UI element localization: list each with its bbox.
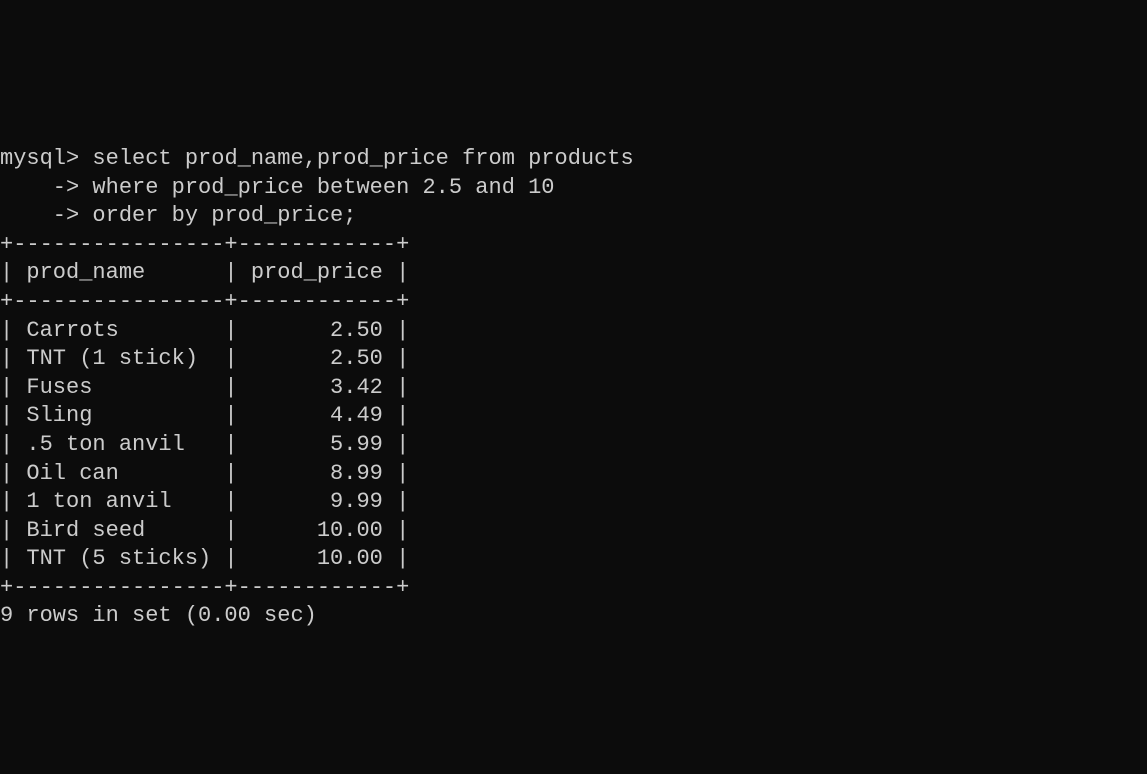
sql-text-1: select prod_name,prod_price from product… bbox=[79, 146, 634, 171]
query-line-1: mysql> select prod_name,prod_price from … bbox=[0, 146, 634, 171]
sql-text-3: order by prod_price; bbox=[79, 203, 356, 228]
result-summary: 9 rows in set (0.00 sec) bbox=[0, 603, 317, 628]
terminal-output: mysql> select prod_name,prod_price from … bbox=[0, 114, 1147, 631]
query-line-2: -> where prod_price between 2.5 and 10 bbox=[0, 175, 555, 200]
mysql-prompt: mysql> bbox=[0, 146, 79, 171]
table-divider-top: +----------------+------------+ bbox=[0, 232, 409, 257]
table-divider-bottom: +----------------+------------+ bbox=[0, 575, 409, 600]
sql-text-2: where prod_price between 2.5 and 10 bbox=[79, 175, 554, 200]
query-line-3: -> order by prod_price; bbox=[0, 203, 356, 228]
table-divider-mid: +----------------+------------+ bbox=[0, 289, 409, 314]
table-header-row: | prod_name | prod_price | bbox=[0, 260, 409, 285]
table-body: | Carrots | 2.50 | | TNT (1 stick) | 2.5… bbox=[0, 317, 1147, 574]
continuation-prompt: -> bbox=[0, 203, 79, 228]
continuation-prompt: -> bbox=[0, 175, 79, 200]
